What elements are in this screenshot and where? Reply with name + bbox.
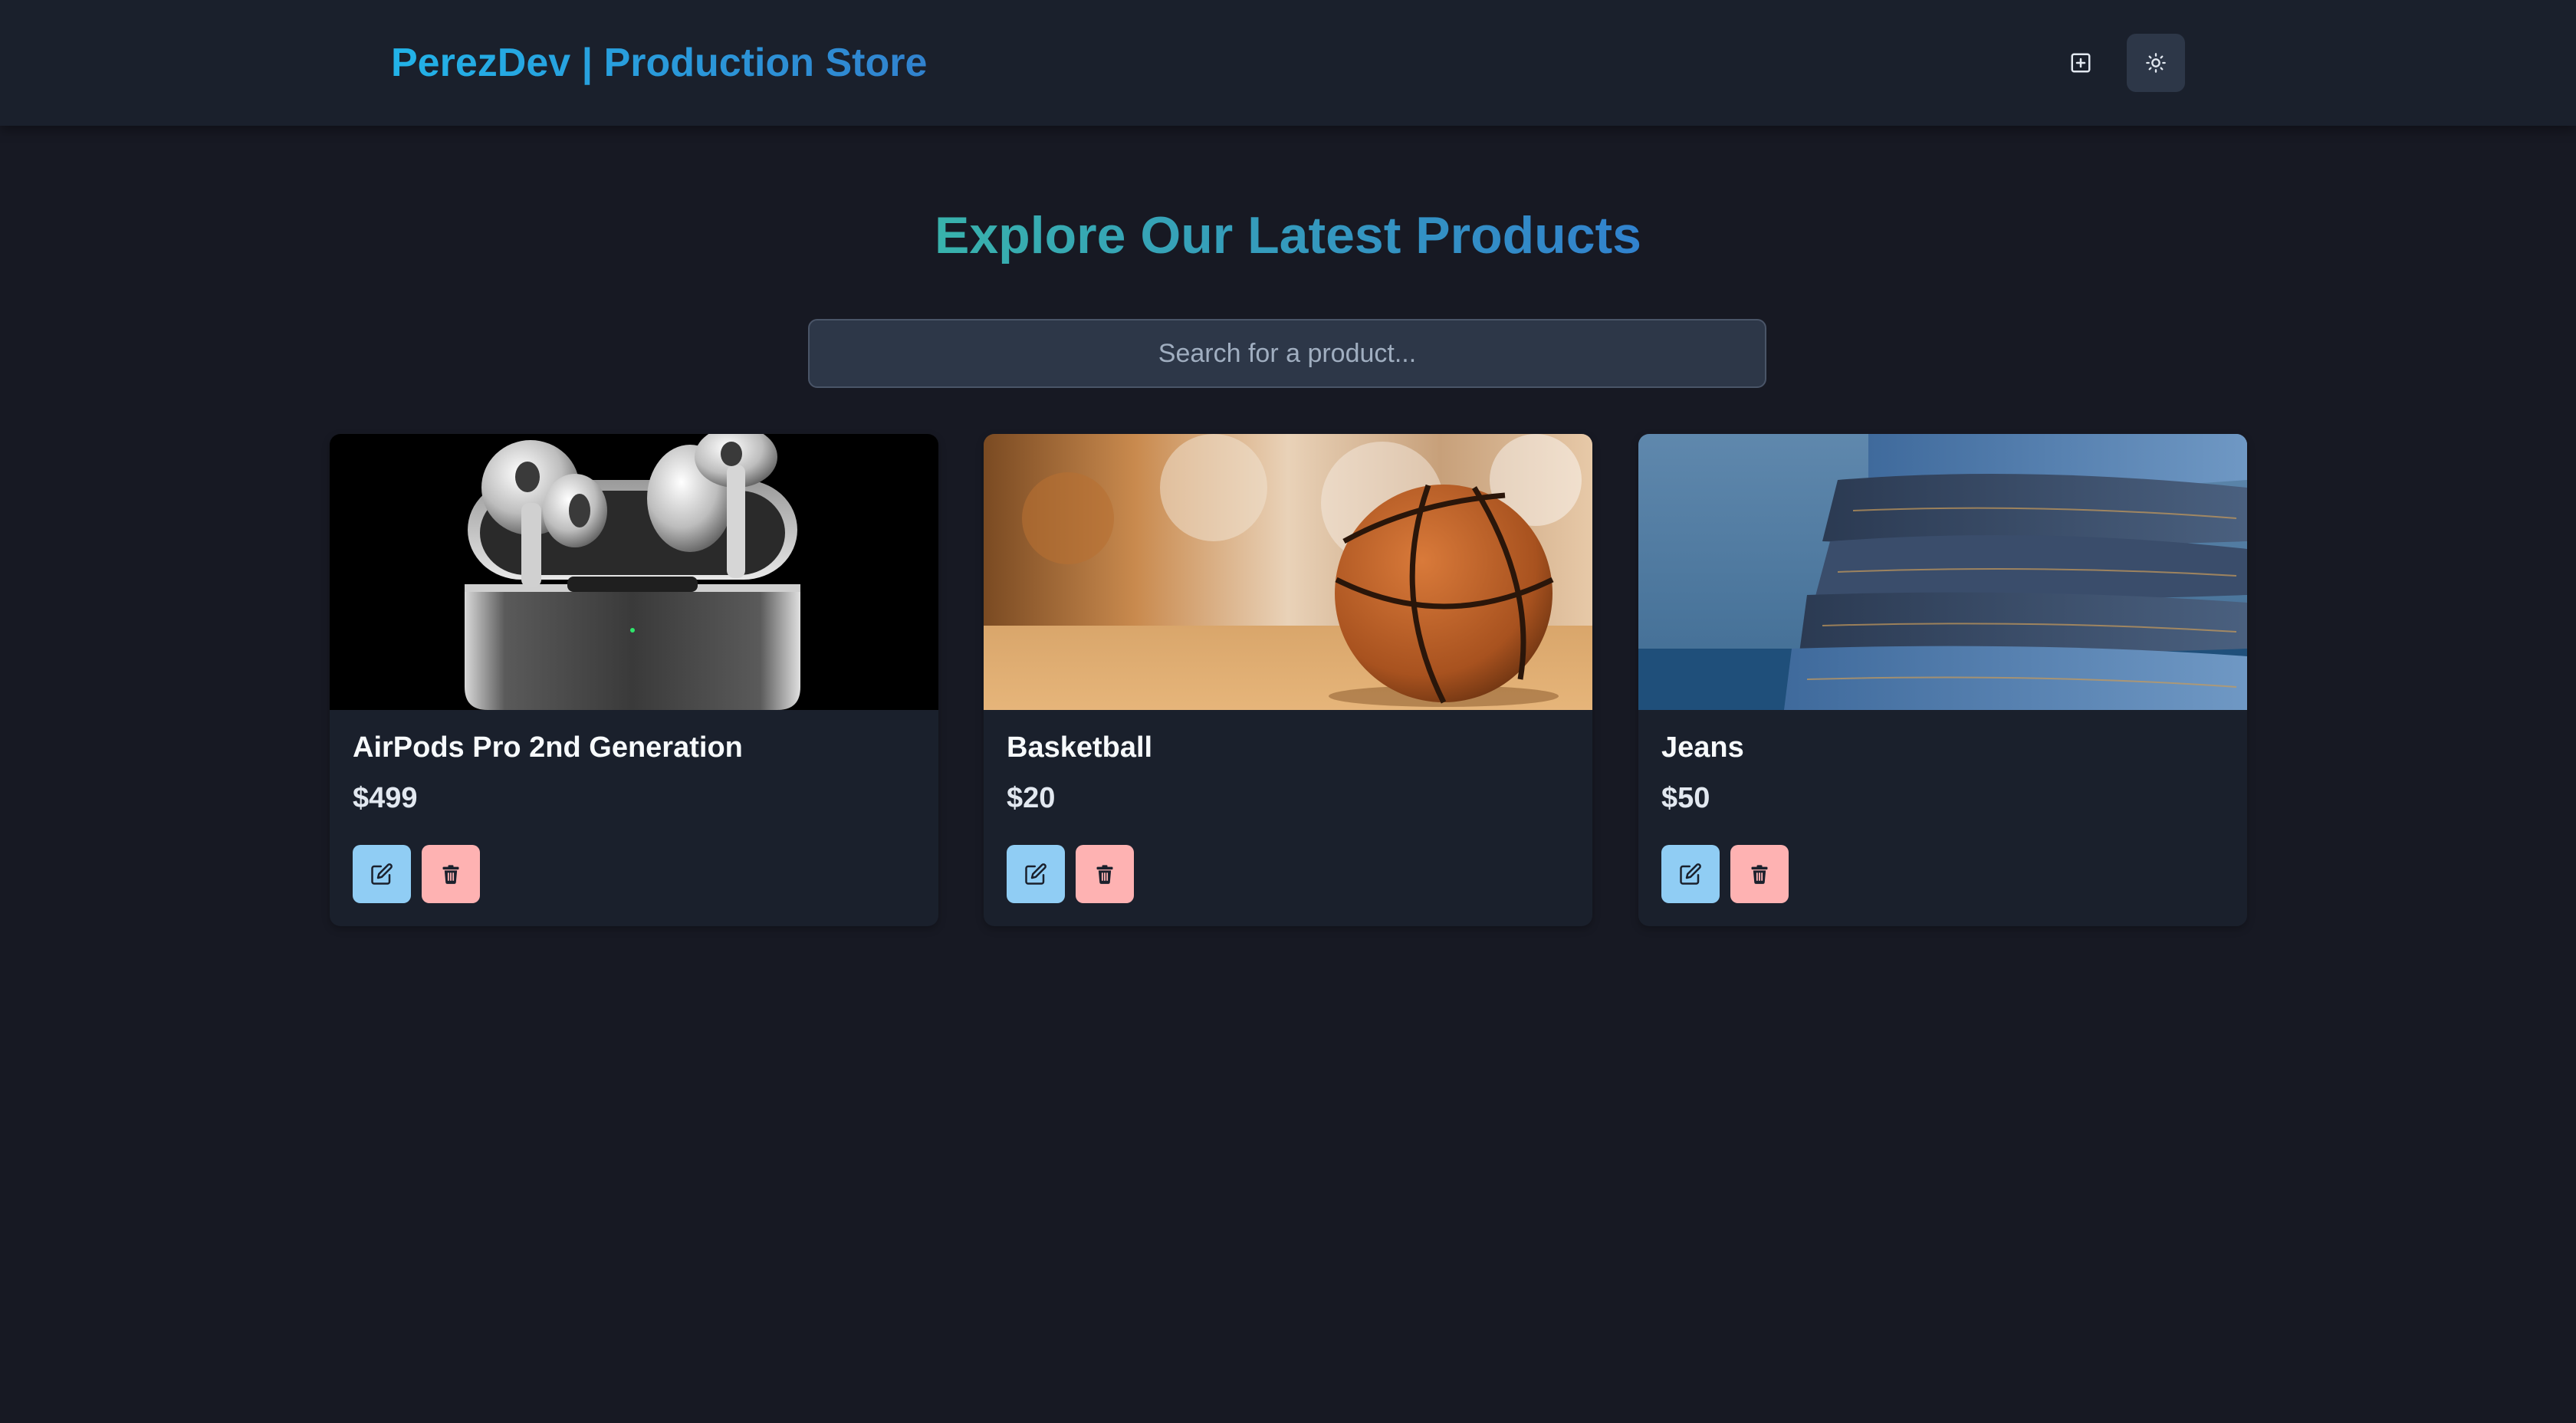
- jeans-image: [1638, 434, 2247, 710]
- edit-icon: [1025, 863, 1046, 885]
- trash-icon: [442, 865, 459, 884]
- page-headline: Explore Our Latest Products: [0, 201, 2576, 270]
- delete-button[interactable]: [1076, 845, 1134, 903]
- brand-title[interactable]: PerezDev | Production Store: [391, 38, 927, 87]
- sun-icon: [2146, 53, 2166, 73]
- navbar: PerezDev | Production Store: [0, 0, 2576, 126]
- product-card: Basketball $20: [984, 434, 1592, 926]
- basketball-image: [984, 434, 1592, 710]
- plus-square-icon: [2071, 53, 2091, 73]
- theme-toggle-button[interactable]: [2127, 34, 2185, 92]
- product-price: $50: [1661, 782, 1710, 814]
- airpods-image: [330, 434, 938, 710]
- edit-button[interactable]: [1661, 845, 1720, 903]
- product-price: $20: [1007, 782, 1056, 814]
- product-card: Jeans $50: [1638, 434, 2247, 926]
- product-image: [330, 434, 938, 710]
- product-image: [984, 434, 1592, 710]
- delete-button[interactable]: [1730, 845, 1789, 903]
- edit-icon: [1680, 863, 1701, 885]
- search-input[interactable]: [808, 319, 1766, 388]
- product-name: AirPods Pro 2nd Generation: [353, 731, 743, 764]
- page-headline-text: Explore Our Latest Products: [935, 206, 1641, 265]
- product-name: Basketball: [1007, 731, 1153, 764]
- trash-icon: [1751, 865, 1768, 884]
- edit-button[interactable]: [1007, 845, 1065, 903]
- product-card: AirPods Pro 2nd Generation $499: [330, 434, 938, 926]
- trash-icon: [1096, 865, 1113, 884]
- product-image: [1638, 434, 2247, 710]
- product-name: Jeans: [1661, 731, 1744, 764]
- edit-icon: [371, 863, 393, 885]
- edit-button[interactable]: [353, 845, 411, 903]
- product-price: $499: [353, 782, 418, 814]
- create-product-button[interactable]: [2052, 34, 2110, 92]
- delete-button[interactable]: [422, 845, 480, 903]
